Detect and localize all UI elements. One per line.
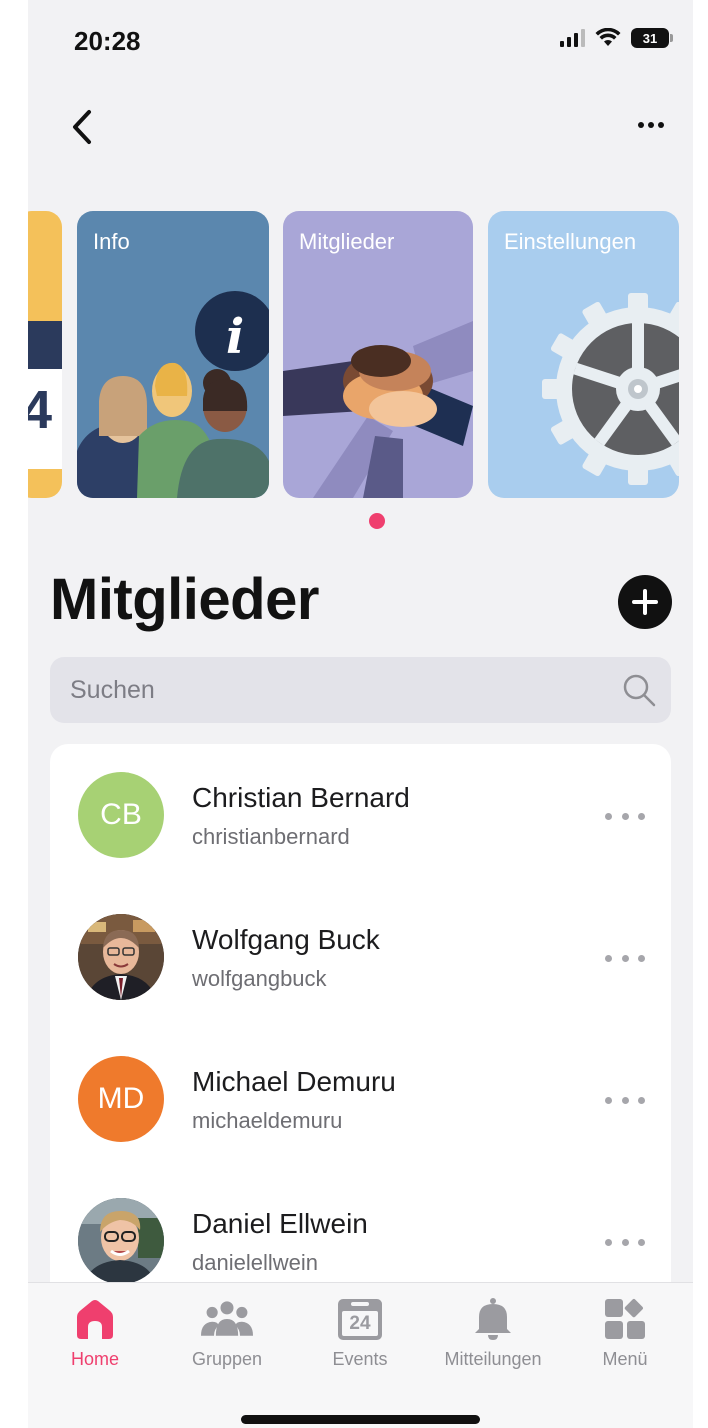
member-username: michaeldemuru	[192, 1108, 343, 1133]
member-row[interactable]: CB Christian Bernard christianbernard	[50, 744, 671, 886]
member-name: Daniel Ellwein	[192, 1208, 368, 1239]
tab-label: Menü	[602, 1349, 648, 1369]
carousel-card-partial[interactable]: 4	[28, 211, 62, 498]
carousel-card-members[interactable]: Mitglieder	[283, 211, 473, 498]
member-more-button[interactable]	[605, 948, 645, 968]
tab-notifications[interactable]: Mitteilungen	[428, 1295, 558, 1370]
menu-grid-icon	[599, 1295, 651, 1343]
screen: 20:28 31 4 Info i Mitglieder Einstellung…	[28, 0, 693, 1428]
status-time: 20:28	[74, 26, 141, 56]
avatar-initials: CB	[100, 798, 142, 831]
carousel-card-settings[interactable]: Einstellungen	[488, 211, 679, 498]
tab-label: Gruppen	[191, 1349, 263, 1369]
calendar-date: 24	[349, 1313, 371, 1334]
plus-icon	[632, 589, 658, 615]
member-row[interactable]: Wolfgang Buck wolfgangbuck	[50, 886, 671, 1028]
member-name: Wolfgang Buck	[192, 924, 380, 955]
battery-icon: 31	[631, 28, 673, 48]
tab-label: Mitteilungen	[444, 1349, 542, 1369]
svg-text:i: i	[226, 309, 244, 365]
member-username: danielellwein	[192, 1250, 318, 1275]
hands-together-illustration	[283, 321, 473, 498]
avatar-photo	[78, 914, 164, 1000]
search-input[interactable]	[70, 657, 610, 723]
page-title: Mitglieder	[50, 567, 319, 632]
member-more-button[interactable]	[605, 1232, 645, 1252]
chevron-left-icon	[73, 110, 91, 144]
calendar-digit: 4	[28, 380, 53, 440]
more-options-button[interactable]	[629, 110, 673, 140]
add-member-button[interactable]	[618, 575, 672, 629]
status-icons: 31	[560, 28, 673, 48]
carousel-card-info[interactable]: Info i	[77, 211, 269, 498]
tab-label: Home	[70, 1349, 119, 1369]
member-username: wolfgangbuck	[192, 966, 327, 991]
search-icon[interactable]	[621, 672, 657, 708]
avatar: MD	[78, 1056, 164, 1142]
tab-groups[interactable]: Gruppen	[162, 1295, 292, 1370]
bell-icon	[467, 1295, 519, 1343]
search-bar[interactable]	[50, 657, 671, 723]
home-indicator	[241, 1415, 480, 1424]
wifi-icon	[595, 28, 621, 46]
member-list: CB Christian Bernard christianbernard Wo…	[50, 744, 671, 1344]
member-row[interactable]: MD Michael Demuru michaeldemuru	[50, 1028, 671, 1170]
info-icon: i	[77, 291, 269, 498]
tab-label: Events	[332, 1349, 388, 1369]
tab-events[interactable]: 24 Events	[295, 1295, 425, 1370]
signal-icon	[560, 29, 585, 47]
avatar	[78, 914, 164, 1000]
tab-home[interactable]: Home	[30, 1295, 160, 1370]
avatar-initials: MD	[97, 1082, 145, 1115]
gear-icon	[542, 293, 679, 485]
avatar: CB	[78, 772, 164, 858]
member-more-button[interactable]	[605, 1090, 645, 1110]
member-more-button[interactable]	[605, 806, 645, 826]
member-name: Christian Bernard	[192, 782, 410, 813]
tab-bar: Home Gruppen 24 Events Mitteilungen Menü	[28, 1282, 693, 1428]
home-icon	[69, 1295, 121, 1343]
member-username: christianbernard	[192, 824, 350, 849]
calendar-icon: 24	[334, 1295, 386, 1343]
tab-menu[interactable]: Menü	[560, 1295, 690, 1370]
carousel-page-indicator	[369, 513, 385, 529]
avatar-photo	[78, 1198, 164, 1284]
groups-icon	[201, 1295, 253, 1343]
back-button[interactable]	[62, 104, 102, 150]
avatar	[78, 1198, 164, 1284]
member-name: Michael Demuru	[192, 1066, 396, 1097]
